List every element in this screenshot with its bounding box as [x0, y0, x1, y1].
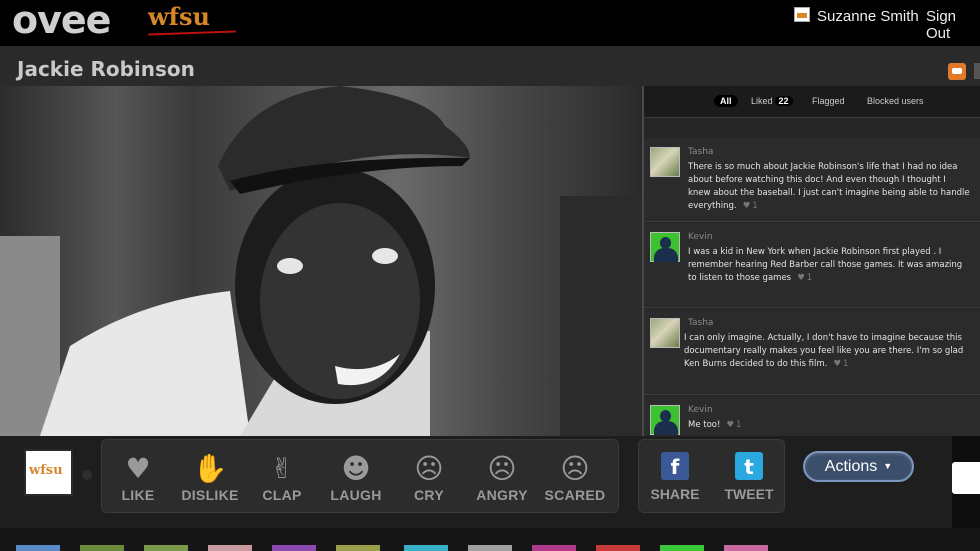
comment-item: Tasha I can only imagine. Actually, I do…	[644, 309, 980, 395]
share-button[interactable]: f SHARE	[641, 452, 709, 502]
scared-icon: ☹	[560, 452, 590, 485]
filter-all[interactable]: All	[714, 95, 738, 107]
comment-author[interactable]: Tasha	[688, 318, 713, 328]
reaction-label: CRY	[414, 487, 444, 503]
share-panel: f SHARE t TWEET	[638, 439, 785, 513]
angry-button[interactable]: ☹ ANGRY	[466, 452, 538, 503]
thumbnail[interactable]	[596, 545, 640, 551]
scared-button[interactable]: ☹ SCARED	[539, 452, 611, 503]
edge-input-box[interactable]	[952, 462, 980, 494]
comment-filters: All Liked 22 Flagged Blocked users	[644, 86, 980, 118]
filter-liked-label: Liked	[751, 96, 773, 106]
thumbnail[interactable]	[208, 545, 252, 551]
title-bar: Jackie Robinson	[0, 46, 980, 86]
sign-out-link[interactable]: Sign Out	[926, 8, 980, 42]
thumbnail[interactable]	[532, 545, 576, 551]
cry-icon: ☹	[414, 452, 444, 485]
avatar[interactable]	[650, 405, 680, 435]
like-count: 1	[843, 359, 849, 369]
user-name-link[interactable]: Suzanne Smith	[817, 8, 919, 25]
heart-icon[interactable]: ♥	[726, 420, 734, 430]
thumbnail-strip	[0, 528, 980, 551]
comment-body: There is so much about Jackie Robinson's…	[688, 161, 970, 213]
reaction-label: ANGRY	[476, 487, 528, 503]
avatar[interactable]	[650, 147, 680, 177]
share-label: SHARE	[650, 486, 700, 502]
thumbnail[interactable]	[468, 545, 512, 551]
angry-icon: ☹	[487, 452, 517, 485]
laugh-icon: ☻	[341, 452, 371, 485]
caret-down-icon: ▼	[883, 461, 893, 472]
channel-logo[interactable]: wfsu	[24, 449, 73, 496]
comment-text: There is so much about Jackie Robinson's…	[688, 162, 970, 211]
twitter-icon: t	[735, 452, 763, 480]
thumbnail[interactable]	[660, 545, 704, 551]
panel-edge-tab[interactable]	[974, 63, 980, 79]
video-frame-image	[0, 86, 642, 436]
heart-icon[interactable]: ♥	[797, 273, 805, 283]
thumbnail[interactable]	[336, 545, 380, 551]
thumbnail[interactable]	[80, 545, 124, 551]
panel-pointer	[82, 470, 92, 480]
actions-button[interactable]: Actions ▼	[803, 451, 914, 482]
filter-liked[interactable]: Liked 22	[751, 96, 793, 106]
comment-body: I can only imagine. Actually, I don't ha…	[684, 332, 974, 371]
avatar[interactable]	[650, 318, 680, 348]
comment-author[interactable]: Kevin	[688, 232, 713, 242]
thumbnail[interactable]	[144, 545, 188, 551]
thumbs-down-icon: ✋	[192, 452, 228, 485]
like-count: 1	[752, 201, 758, 211]
tweet-label: TWEET	[724, 486, 774, 502]
channel-logo-text: wfsu	[29, 463, 63, 478]
comment-body: I was a kid in New York when Jackie Robi…	[688, 246, 970, 285]
wfsu-logo[interactable]: wfsu	[148, 2, 210, 31]
video-player[interactable]	[0, 86, 642, 436]
like-count: 1	[806, 273, 813, 283]
laugh-button[interactable]: ☻ LAUGH	[320, 452, 392, 503]
user-avatar[interactable]	[794, 7, 810, 22]
liked-count-badge: 22	[774, 96, 793, 106]
clap-button[interactable]: ✌ CLAP	[246, 452, 318, 503]
reaction-label: LAUGH	[330, 487, 382, 503]
thumbnail[interactable]	[272, 545, 316, 551]
filter-blocked-users[interactable]: Blocked users	[867, 96, 924, 106]
thumbnail[interactable]	[724, 545, 768, 551]
facebook-icon: f	[661, 452, 689, 480]
like-count: 1	[736, 420, 742, 430]
top-bar: ovee wfsu Suzanne Smith Sign Out	[0, 0, 980, 46]
chat-icon[interactable]	[948, 63, 966, 80]
comment-text: I was a kid in New York when Jackie Robi…	[688, 247, 963, 283]
thumbnail[interactable]	[404, 545, 448, 551]
ovee-logo[interactable]: ovee	[12, 0, 111, 42]
comment-item: Kevin I was a kid in New York when Jacki…	[644, 223, 980, 308]
page-title: Jackie Robinson	[17, 57, 195, 81]
heart-icon[interactable]: ♥	[833, 359, 841, 369]
reactions-panel: ♥ LIKE ✋ DISLIKE ✌ CLAP ☻ LAUGH ☹ CRY ☹ …	[101, 439, 619, 513]
thumbnail[interactable]	[16, 545, 60, 551]
heart-icon[interactable]: ♥	[743, 201, 751, 211]
comment-author[interactable]: Kevin	[688, 405, 713, 415]
cry-button[interactable]: ☹ CRY	[393, 452, 465, 503]
comment-author[interactable]: Tasha	[688, 147, 713, 157]
heart-icon: ♥	[125, 452, 151, 485]
tweet-button[interactable]: t TWEET	[715, 452, 783, 502]
dislike-button[interactable]: ✋ DISLIKE	[174, 452, 246, 503]
filter-flagged[interactable]: Flagged	[812, 96, 845, 106]
reaction-label: DISLIKE	[181, 487, 239, 503]
reaction-label: SCARED	[544, 487, 606, 503]
comment-item: Kevin Me too! ♥ 1	[644, 396, 980, 436]
reaction-label: CLAP	[262, 487, 302, 503]
comment-item: Tasha There is so much about Jackie Robi…	[644, 138, 980, 222]
comments-panel: All Liked 22 Flagged Blocked users Tasha …	[642, 86, 980, 436]
clap-icon: ✌	[270, 452, 294, 485]
reaction-label: LIKE	[121, 487, 155, 503]
avatar[interactable]	[650, 232, 680, 262]
actions-label: Actions	[824, 458, 878, 475]
like-button[interactable]: ♥ LIKE	[102, 452, 174, 503]
comment-text: I can only imagine. Actually, I don't ha…	[684, 333, 964, 369]
comment-text: Me too!	[688, 420, 721, 430]
comment-body: Me too! ♥ 1	[688, 419, 970, 432]
